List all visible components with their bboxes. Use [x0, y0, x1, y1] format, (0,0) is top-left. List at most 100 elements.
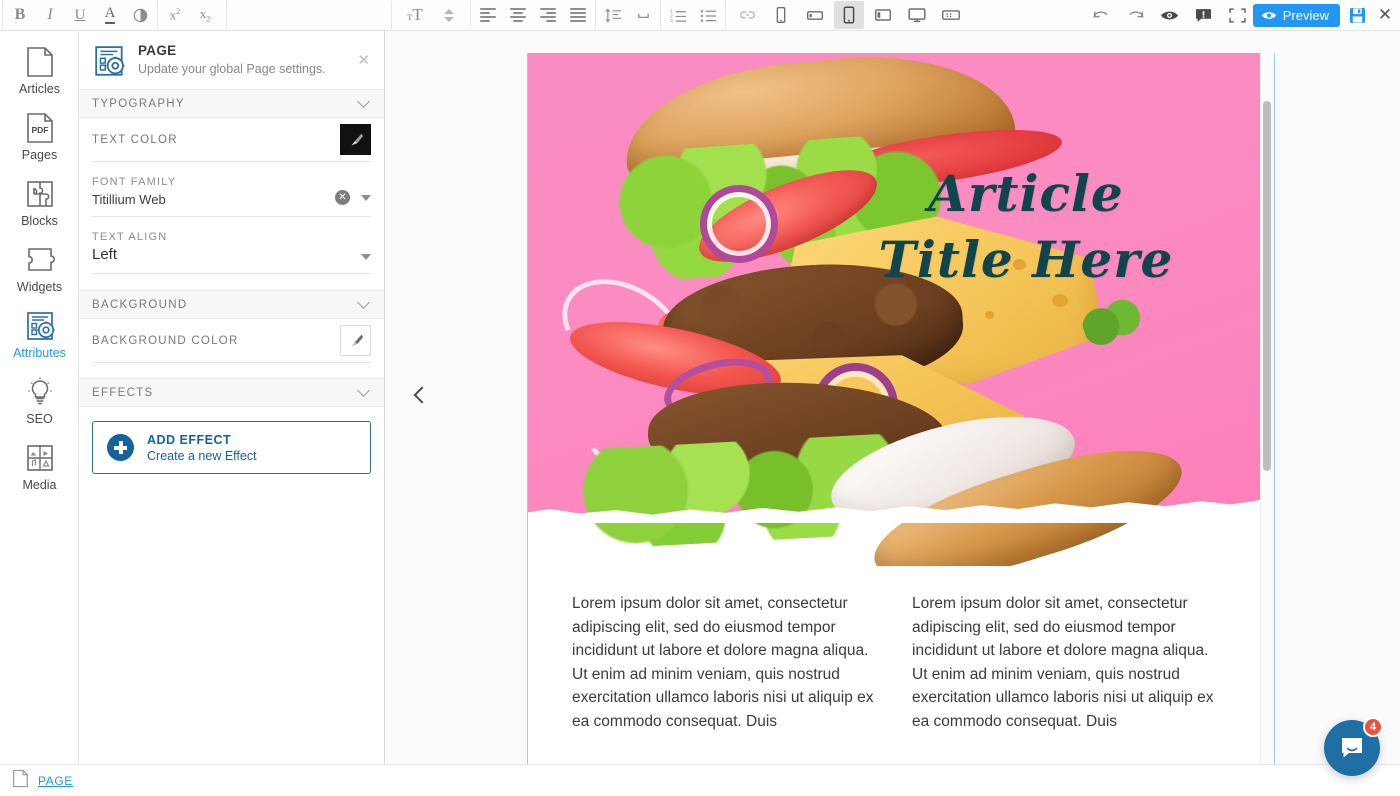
script-group: x2 x2: [160, 0, 220, 31]
add-effect-button[interactable]: ADD EFFECT Create a new Effect: [92, 421, 371, 474]
chevron-down-icon: [357, 296, 370, 309]
chat-launcher-button[interactable]: 4: [1324, 720, 1380, 776]
preview-button[interactable]: Preview: [1253, 4, 1340, 27]
device-group: [728, 0, 966, 31]
action-group: [1087, 0, 1253, 31]
section-title: EFFECTS: [92, 387, 154, 399]
panel-header-text: PAGE Update your global Page settings.: [138, 43, 326, 76]
redo-icon[interactable]: [1121, 1, 1151, 29]
widescreen-icon[interactable]: [936, 1, 966, 29]
chat-bubble-icon: [1339, 735, 1365, 761]
section-header-typography[interactable]: TYPOGRAPHY: [79, 89, 384, 118]
sidebar-item-attributes[interactable]: Attributes: [0, 301, 79, 367]
section-header-background[interactable]: BACKGROUND: [79, 290, 384, 319]
font-color-button[interactable]: A: [95, 1, 125, 29]
body-columns: Lorem ipsum dolor sit amet, consectetur …: [528, 566, 1260, 733]
tablet-landscape-icon[interactable]: [868, 1, 898, 29]
bold-button[interactable]: B: [5, 1, 35, 29]
align-justify-icon[interactable]: [563, 1, 593, 29]
fullscreen-icon[interactable]: [1223, 1, 1253, 29]
list-group: 1 2 3: [663, 0, 723, 31]
underline-button[interactable]: U: [65, 1, 95, 29]
font-family-value[interactable]: Titillium Web: [92, 188, 176, 216]
link-glyph: [739, 8, 756, 22]
comment-icon[interactable]: [1189, 1, 1219, 29]
panel-title: PAGE: [138, 43, 326, 59]
hero-title[interactable]: Article Title Here: [816, 161, 1236, 293]
sidebar-item-label: Pages: [22, 148, 57, 162]
field-background-color: BACKGROUND COLOR: [92, 319, 371, 363]
field-label: BACKGROUND COLOR: [92, 335, 239, 347]
text-align-value[interactable]: Left: [92, 243, 167, 273]
text-color-swatch[interactable]: [340, 124, 371, 155]
pdf-icon: PDF: [23, 111, 57, 145]
undo-glyph: [1092, 8, 1111, 23]
page-scrollbar-thumb[interactable]: [1263, 101, 1271, 471]
add-effect-text: ADD EFFECT Create a new Effect: [147, 433, 257, 463]
sidebar-item-seo[interactable]: SEO: [0, 367, 79, 433]
line-height-icon[interactable]: [598, 1, 628, 29]
toolbar-divider: [660, 1, 661, 29]
line-height-glyph: [605, 8, 622, 23]
sidebar-item-blocks[interactable]: Blocks: [0, 169, 79, 235]
section-title: TYPOGRAPHY: [92, 98, 185, 110]
canvas-area: Article Title Here Lorem ipsum dolor sit…: [386, 31, 1400, 764]
contrast-glyph: [133, 8, 148, 23]
close-editor-button[interactable]: ✕: [1370, 1, 1400, 29]
page-content: Article Title Here Lorem ipsum dolor sit…: [528, 53, 1260, 764]
hero-title-line2: Title Here: [816, 227, 1236, 293]
panel-close-icon[interactable]: ✕: [357, 53, 370, 68]
toolbar-divider: [226, 1, 227, 29]
clear-font-family-icon[interactable]: ✕: [335, 190, 350, 205]
subscript-button[interactable]: x2: [190, 1, 220, 29]
chevron-down-icon: [357, 95, 370, 108]
ordered-list-icon[interactable]: 1 2 3: [663, 1, 693, 29]
align-right-icon[interactable]: [533, 1, 563, 29]
font-size-button[interactable]: тT: [394, 1, 436, 29]
stepper-down-icon[interactable]: [444, 17, 454, 22]
undo-icon[interactable]: [1087, 1, 1117, 29]
desktop-icon[interactable]: [902, 1, 932, 29]
visibility-eye-icon[interactable]: [1155, 1, 1185, 29]
unordered-list-icon[interactable]: [693, 1, 723, 29]
body-column-left[interactable]: Lorem ipsum dolor sit amet, consectetur …: [572, 592, 886, 733]
collapse-panel-button[interactable]: [405, 380, 435, 410]
stepper-up-icon[interactable]: [444, 9, 454, 14]
sidebar-item-pages[interactable]: PDF Pages: [0, 103, 79, 169]
eye-glyph: [1160, 8, 1179, 23]
mobile-portrait-icon[interactable]: [766, 1, 796, 29]
mobile-landscape-icon[interactable]: [800, 1, 830, 29]
sidebar-item-articles[interactable]: Articles: [0, 37, 79, 103]
tablet-portrait-icon[interactable]: [834, 1, 864, 29]
sidebar-item-widgets[interactable]: Widgets: [0, 235, 79, 301]
hero-section[interactable]: Article Title Here: [528, 53, 1260, 566]
italic-button[interactable]: I: [35, 1, 65, 29]
puzzle-icon: [23, 177, 57, 211]
background-color-swatch[interactable]: [340, 325, 371, 356]
sidebar-item-media[interactable]: Media: [0, 433, 79, 499]
sidebar-item-label: SEO: [26, 412, 52, 426]
align-center-icon[interactable]: [503, 1, 533, 29]
link-icon[interactable]: [732, 1, 762, 29]
breadcrumb[interactable]: PAGE: [38, 774, 73, 788]
fullscreen-glyph: [1229, 8, 1246, 23]
chevron-down-icon: [357, 384, 370, 397]
chevron-down-icon[interactable]: [361, 195, 371, 201]
font-size-stepper[interactable]: [436, 1, 462, 29]
save-button[interactable]: [1344, 4, 1370, 27]
page-document-icon: [12, 769, 29, 793]
body-column-right[interactable]: Lorem ipsum dolor sit amet, consectetur …: [912, 592, 1226, 733]
align-left-icon[interactable]: [473, 1, 503, 29]
superscript-button[interactable]: x2: [160, 1, 190, 29]
field-text-color: TEXT COLOR: [92, 118, 371, 162]
indent-icon[interactable]: [628, 1, 658, 29]
svg-text:PDF: PDF: [31, 125, 48, 135]
contrast-icon[interactable]: [125, 1, 155, 29]
bold-label: B: [15, 6, 26, 24]
section-header-effects[interactable]: EFFECTS: [79, 378, 384, 407]
preview-label: Preview: [1283, 8, 1329, 23]
bottom-status-bar: PAGE: [0, 764, 1400, 796]
chevron-down-icon[interactable]: [361, 254, 371, 260]
toolbar-divider: [725, 1, 726, 29]
italic-label: I: [47, 6, 52, 24]
